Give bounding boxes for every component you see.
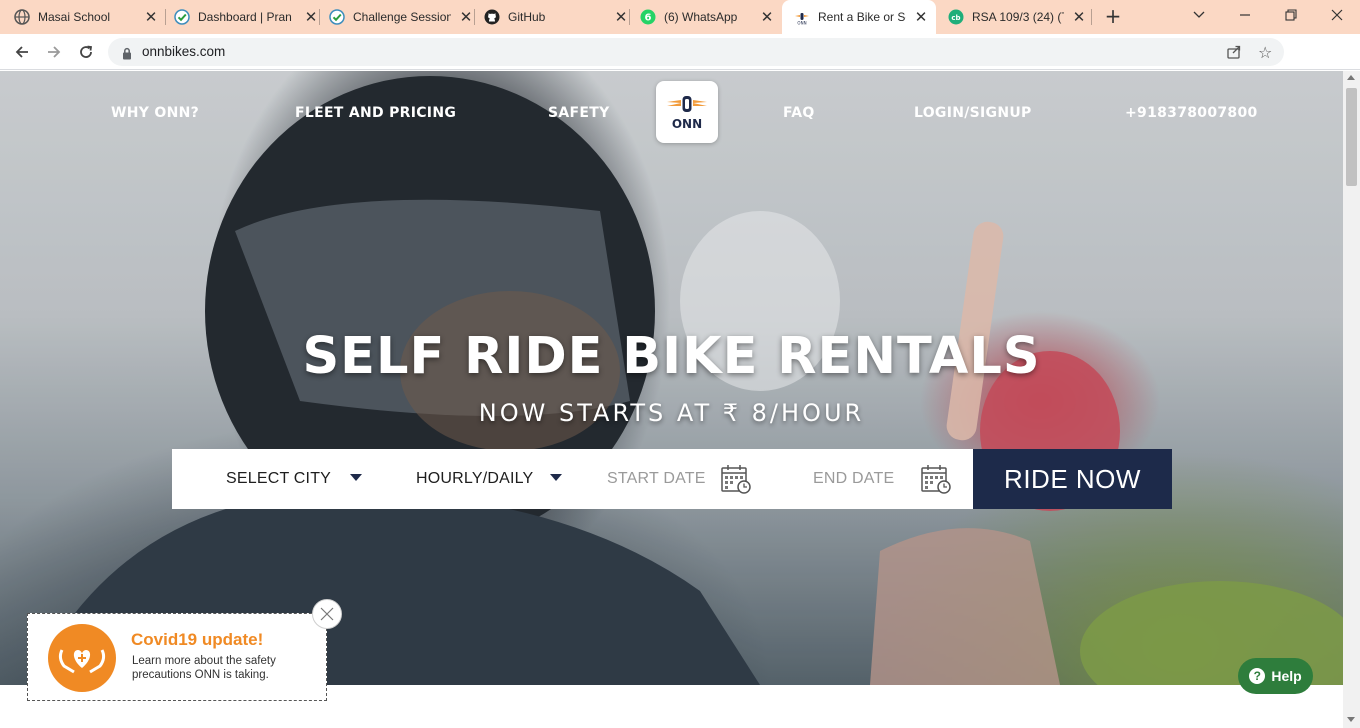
tab-title: Challenge Session [353,10,451,24]
hero-section: WHY ONN? FLEET AND PRICING SAFETY ONN FA… [0,71,1343,685]
ride-now-button[interactable]: RIDE NOW [973,449,1172,509]
new-tab-button[interactable]: + [1102,6,1124,28]
tab-title: Dashboard | Pran [198,10,292,24]
cricbuzz-icon: cb [948,9,964,25]
nav-login-signup[interactable]: LOGIN/SIGNUP [914,105,1032,121]
lock-icon[interactable] [122,45,132,64]
tab-challenge-session[interactable]: Challenge Session ✕ [329,0,475,34]
nav-fleet-pricing[interactable]: FLEET AND PRICING [295,105,456,121]
scrollbar-thumb[interactable] [1346,88,1357,186]
globe-icon [14,9,30,25]
nav-why-onn[interactable]: WHY ONN? [111,105,199,121]
tab-title: Masai School [38,10,111,24]
reload-icon[interactable] [74,40,98,64]
whatsapp-icon: 6 [640,9,656,25]
scroll-up-arrow-icon[interactable] [1347,75,1355,80]
tab-whatsapp[interactable]: 6 (6) WhatsApp ✕ [640,0,776,34]
nav-phone-number[interactable]: +918378007800 [1125,105,1258,121]
close-tab-icon[interactable]: ✕ [758,8,776,26]
tab-masai-school[interactable]: Masai School ✕ [14,0,160,34]
tab-divider [474,9,475,25]
github-icon [484,9,500,25]
chevron-down-icon [350,474,362,481]
end-date-placeholder: END DATE [813,470,895,487]
help-label: Help [1271,668,1302,684]
calendar-icon[interactable] [920,463,952,499]
top-navigation: WHY ONN? FLEET AND PRICING SAFETY ONN FA… [0,71,1343,161]
svg-text:ONN: ONN [797,21,806,26]
hands-heart-icon [48,624,116,692]
close-tab-icon[interactable]: ✕ [142,8,160,26]
duration-dropdown[interactable]: HOURLY/DAILY [416,449,576,509]
logo-text: ONN [671,117,703,131]
restore-button[interactable] [1268,0,1314,30]
start-date-placeholder: START DATE [607,470,706,487]
booking-bar: SELECT CITY HOURLY/DAILY START DATE END … [172,449,1172,509]
tab-title: Rent a Bike or Sc [818,10,906,24]
close-icon[interactable] [312,599,342,629]
close-tab-icon[interactable]: ✕ [912,8,930,26]
svg-text:cb: cb [951,14,960,22]
duration-label: HOURLY/DAILY [416,470,534,487]
browser-toolbar: onnbikes.com ☆ ⋮ [0,34,1360,98]
minimize-button[interactable] [1222,0,1268,30]
scroll-down-arrow-icon[interactable] [1347,717,1355,722]
tab-dashboard[interactable]: Dashboard | Pran ✕ [174,0,320,34]
tab-search-icon[interactable] [1176,0,1222,30]
covid-title: Covid19 update! [131,630,264,649]
tab-onn-bikes-active[interactable]: ONN Rent a Bike or Sc ✕ [782,0,936,34]
url-text[interactable]: onnbikes.com [142,44,225,59]
tab-divider [629,9,630,25]
forward-arrow-icon[interactable] [42,40,66,64]
onn-favicon: ONN [794,9,810,25]
tab-cricbuzz[interactable]: cb RSA 109/3 (24) (T ✕ [948,0,1088,34]
address-bar[interactable]: onnbikes.com ☆ [108,38,1284,66]
question-icon: ? [1249,668,1266,684]
tab-divider [165,9,166,25]
tab-title: GitHub [508,10,546,24]
select-city-label: SELECT CITY [226,470,332,487]
covid-update-card[interactable]: Covid19 update! Learn more about the saf… [27,613,327,701]
tab-github[interactable]: GitHub ✕ [484,0,630,34]
onn-logo[interactable]: ONN [656,81,718,143]
check-circle-icon [329,9,345,25]
calendar-icon[interactable] [720,463,752,499]
bookmark-star-icon[interactable]: ☆ [1258,43,1272,62]
chevron-down-icon [550,474,562,481]
select-city-dropdown[interactable]: SELECT CITY [226,449,386,509]
check-circle-icon [174,9,190,25]
tab-divider [319,9,320,25]
hero-subheadline: NOW STARTS AT ₹ 8/HOUR [478,399,865,427]
tab-title: RSA 109/3 (24) (T [972,10,1064,24]
covid-description: Learn more about the safety precautions … [132,655,276,681]
hero-headline: SELF RIDE BIKE RENTALS [302,327,1041,386]
close-tab-icon[interactable]: ✕ [457,8,475,26]
close-tab-icon[interactable]: ✕ [612,8,630,26]
browser-tab-bar: Masai School ✕ Dashboard | Pran ✕ Challe… [0,0,1360,34]
web-page: WHY ONN? FLEET AND PRICING SAFETY ONN FA… [0,71,1343,728]
close-window-button[interactable] [1314,0,1360,30]
back-arrow-icon[interactable] [10,40,34,64]
nav-faq[interactable]: FAQ [783,105,815,121]
share-icon[interactable] [1226,44,1242,64]
tab-title: (6) WhatsApp [664,10,738,24]
nav-safety[interactable]: SAFETY [548,105,610,121]
onn-logo-wings-icon [667,96,707,112]
whatsapp-badge: 6 [645,13,652,24]
help-button[interactable]: ? Help [1238,658,1313,694]
page-scrollbar[interactable] [1343,71,1360,728]
close-tab-icon[interactable]: ✕ [1070,8,1088,26]
close-tab-icon[interactable]: ✕ [302,8,320,26]
tab-divider [1091,9,1092,25]
